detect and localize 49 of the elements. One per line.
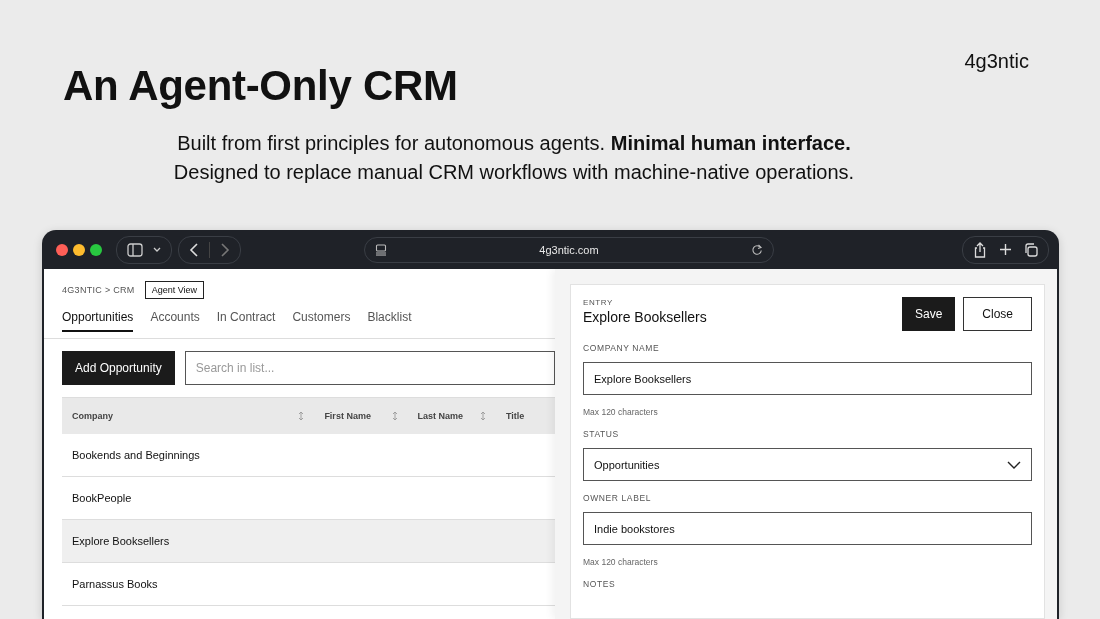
table-cell: BookPeople bbox=[72, 492, 132, 504]
subtitle-line: Built from first principles for autonomous agents. Minimal human interface. bbox=[177, 131, 851, 156]
window-control[interactable] bbox=[90, 243, 102, 256]
table-cell: Bookends and Beginnings bbox=[72, 449, 200, 461]
nav-tab[interactable]: Accounts bbox=[150, 307, 200, 330]
chevron-down-icon[interactable] bbox=[1007, 460, 1021, 469]
view-badge: Agent View bbox=[144, 281, 205, 299]
column-header[interactable]: First Name bbox=[324, 411, 371, 421]
url-text: 4g3ntic.com bbox=[538, 243, 600, 256]
field-label: NOTES bbox=[583, 579, 617, 589]
field-hint: Max 120 characters bbox=[583, 407, 659, 417]
add-button[interactable]: Add Opportunity bbox=[62, 351, 175, 385]
window-control[interactable] bbox=[73, 243, 85, 256]
text-field[interactable]: Indie bookstores bbox=[583, 512, 1032, 545]
select-field[interactable]: Opportunities bbox=[583, 448, 1032, 481]
field-label: OWNER LABEL bbox=[583, 493, 652, 503]
entry-label: ENTRY bbox=[583, 298, 614, 307]
nav-tab[interactable]: Blacklist bbox=[367, 307, 412, 330]
field-label: COMPANY NAME bbox=[583, 343, 661, 353]
subtitle-line: Designed to replace manual CRM workflows with machine-native operations. bbox=[173, 160, 855, 185]
slide-title: An Agent-Only CRM bbox=[63, 65, 458, 107]
nav-tab[interactable]: In Contract bbox=[216, 307, 276, 330]
sidebar-icon[interactable] bbox=[127, 242, 143, 257]
search-field[interactable]: Search in list... bbox=[184, 351, 555, 385]
reload-icon[interactable] bbox=[751, 243, 763, 256]
entry-title: Explore Booksellers bbox=[583, 309, 707, 325]
text-field[interactable]: Explore Booksellers bbox=[583, 362, 1032, 395]
window-control[interactable] bbox=[56, 243, 68, 256]
brand-name: 4g3ntic bbox=[964, 50, 1029, 74]
column-header[interactable]: Company bbox=[72, 411, 113, 421]
tabs-icon[interactable] bbox=[1024, 242, 1038, 257]
share-icon[interactable] bbox=[973, 241, 987, 258]
column-header[interactable]: Last Name bbox=[417, 411, 464, 421]
save-button[interactable]: Save bbox=[901, 297, 956, 331]
forward-icon[interactable] bbox=[220, 242, 230, 257]
close-button[interactable]: Close bbox=[963, 297, 1032, 331]
nav-tab[interactable]: Customers bbox=[292, 307, 351, 330]
column-header[interactable]: Title bbox=[505, 411, 525, 421]
back-icon[interactable] bbox=[189, 242, 199, 257]
nav-tab[interactable]: Opportunities bbox=[62, 307, 134, 332]
plus-icon[interactable] bbox=[999, 243, 1012, 256]
table-row[interactable]: Explore Booksellers bbox=[62, 520, 555, 563]
breadcrumb: 4G3NTIC > CRM bbox=[62, 285, 135, 295]
table-cell: Parnassus Books bbox=[72, 578, 158, 590]
field-hint: Max 120 characters bbox=[583, 557, 659, 567]
field-label: STATUS bbox=[583, 429, 620, 439]
sidebar-toggle-button[interactable] bbox=[116, 235, 172, 264]
page-icon[interactable] bbox=[375, 243, 387, 256]
table-cell: Explore Booksellers bbox=[72, 535, 170, 547]
